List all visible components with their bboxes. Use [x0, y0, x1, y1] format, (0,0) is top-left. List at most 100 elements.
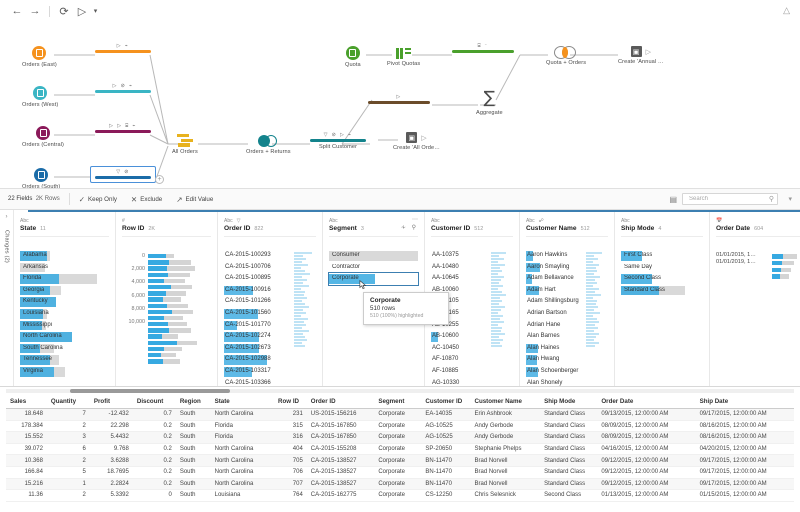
run-flow-icon[interactable]: ▷ [73, 2, 91, 20]
forward-icon[interactable]: → [26, 2, 44, 20]
value-row[interactable]: CA-2015-103366 [224, 378, 294, 386]
date-bars[interactable] [772, 250, 800, 281]
value-row[interactable]: AA-10375 [431, 250, 491, 262]
value-row[interactable]: AF-10870 [431, 354, 491, 366]
value-row[interactable]: Adam Hart [526, 285, 586, 297]
edit-value-button[interactable]: ↗ Edit Value [176, 195, 213, 204]
filter-icon[interactable]: ▽ [237, 218, 241, 224]
value-row-consumer[interactable]: Consumer [329, 250, 418, 262]
histogram-bar[interactable] [148, 291, 211, 296]
histogram-bar[interactable] [148, 284, 211, 290]
plus-icon[interactable]: + [155, 175, 164, 184]
exclude-button[interactable]: ✕ Exclude [131, 195, 162, 204]
more-options-icon[interactable]: ▾ [91, 2, 100, 20]
horizontal-scrollbar-thumb[interactable] [70, 389, 230, 393]
flow-step-quota-orders[interactable]: Quota + Orders [546, 46, 586, 66]
column-header[interactable]: Quantity [46, 395, 90, 409]
value-row[interactable]: Mississippi [20, 320, 109, 332]
refresh-icon[interactable]: ⟳ [55, 2, 73, 20]
value-row-contractor[interactable]: Contractor [329, 262, 418, 274]
value-row[interactable]: AA-10645 [431, 273, 491, 285]
value-row[interactable]: Second Class [621, 273, 703, 285]
histogram-bars[interactable] [148, 250, 211, 365]
search-input[interactable] [687, 195, 773, 203]
histogram-bar[interactable] [148, 346, 211, 352]
column-header[interactable]: Region [175, 395, 211, 409]
value-row[interactable]: CA-2015-100916 [224, 285, 294, 297]
flow-step-create-annual[interactable]: ▣ ▷ Create 'Annual … [618, 46, 664, 65]
column-header[interactable]: Row ID [274, 395, 307, 409]
histogram-bar[interactable] [148, 353, 211, 358]
value-row[interactable]: Aaron Smayling [526, 262, 586, 274]
table-row[interactable]: 11.36 2 5.3392 0 South Louisiana 764 CA-2015-16… [6, 489, 794, 502]
column-header[interactable]: Customer ID [421, 395, 471, 409]
histogram-bar[interactable] [148, 309, 211, 315]
column-header[interactable]: Order Date [597, 395, 696, 409]
value-row[interactable]: CA-2015-101266 [224, 296, 294, 308]
value-row[interactable]: Alan Haines [526, 343, 586, 355]
value-row[interactable]: Aaron Hawkins [526, 250, 586, 262]
histogram-bar[interactable] [148, 278, 211, 284]
column-header[interactable]: Ship Mode [540, 395, 598, 409]
value-row[interactable]: CA-2015-102274 [224, 331, 294, 343]
date-bar[interactable] [772, 254, 800, 259]
field-card-customer-name[interactable]: Abc ☍ Customer Name 512 Aaron Hawkins Aa… [520, 212, 615, 386]
changes-rail[interactable]: › Changes (2) [0, 210, 14, 386]
sort-icon[interactable]: ∻ [401, 225, 408, 231]
value-row[interactable]: South Carolina [20, 343, 109, 355]
table-row[interactable]: 10.368 2 3.6288 0.2 South North Carolina 705 CA… [6, 454, 794, 467]
field-card-ship-mode[interactable]: Abc Ship Mode 4 First Class Same Day Sec… [615, 212, 710, 386]
value-row[interactable]: Alan Barnes [526, 331, 586, 343]
date-bar[interactable] [772, 267, 800, 273]
flow-step-clean-south-selected[interactable]: ▽ ⊘ [90, 166, 156, 183]
value-row[interactable]: CA-2015-100706 [224, 262, 294, 274]
value-row[interactable]: Georgia [20, 285, 109, 297]
value-row[interactable]: Alabama [20, 250, 109, 262]
histogram-bar[interactable] [148, 260, 211, 265]
value-row[interactable]: Alan Schoenberger [526, 366, 586, 378]
keep-only-button[interactable]: ✓ Keep Only [79, 195, 117, 204]
value-row[interactable]: CA-2015-103317 [224, 366, 294, 378]
value-row[interactable]: Adrian Bartson [526, 308, 586, 320]
value-row[interactable]: AA-10480 [431, 262, 491, 274]
column-header[interactable]: Profit [89, 395, 133, 409]
table-row[interactable]: 15.216 1 2.2824 0.2 South North Carolina 707 CA… [6, 478, 794, 491]
histogram-bar[interactable] [148, 334, 211, 339]
value-row[interactable]: CA-2015-100293 [224, 250, 294, 262]
flow-step-clean-central[interactable]: ▷ ▷ ⌸ ⌁ [95, 123, 151, 133]
layout-toggle-icon[interactable]: ▤ [669, 195, 677, 204]
histogram-bar[interactable] [148, 322, 211, 327]
column-header[interactable]: Discount [132, 395, 176, 409]
field-card-segment[interactable]: Abc ⋯ Segment 3 ∻ ⚲ Consumer Contractor [323, 212, 449, 386]
flow-step-clean-quota[interactable]: ⌸ ⌁ [452, 43, 514, 53]
chevron-right-icon[interactable]: › [6, 214, 8, 220]
search-input-wrapper[interactable]: ⚲ [682, 193, 778, 205]
histogram-bar[interactable] [148, 266, 211, 271]
flow-step-clean-west[interactable]: ▷ ⊘ ⌁ [95, 83, 151, 93]
table-row[interactable]: 15.552 3 5.4432 0.2 South Florida 316 CA-2015-1… [6, 431, 794, 444]
value-row[interactable]: Arkansas [20, 262, 109, 274]
value-row[interactable]: CA-2015-101770 [224, 320, 294, 332]
value-row-corporate[interactable]: Corporate [328, 272, 419, 286]
column-header[interactable]: Customer Name [470, 395, 541, 409]
bell-icon[interactable]: △ [783, 5, 790, 16]
field-card-row-id[interactable]: # Row ID 2K 0 2,000 4,000 6,000 8,000 10… [116, 212, 218, 386]
flow-step-clean-east[interactable]: ▷ ⌁ [95, 43, 151, 53]
flow-step-pivot-quotas[interactable]: Pivot Quotas [387, 48, 420, 67]
flow-input-orders-east[interactable]: Orders (East) [22, 46, 57, 68]
column-header[interactable]: Ship Date [695, 395, 794, 409]
column-header[interactable]: Segment [374, 395, 422, 409]
search-icon[interactable]: ⚲ [412, 225, 418, 231]
value-row[interactable]: Alan Shonely [526, 378, 586, 386]
value-row[interactable]: Standard Class [621, 285, 703, 297]
column-header[interactable]: Order ID [306, 395, 375, 409]
flow-canvas[interactable]: Orders (East) Orders (West) Orders (Cent… [0, 22, 800, 190]
field-card-order-id[interactable]: Abc ▽ Order ID 822 CA-2015-100293 CA-201… [218, 212, 323, 386]
table-row[interactable]: 39.072 6 9.768 0.2 South North Carolina 404 CA-… [6, 443, 794, 456]
flow-step-clean-aggregate-input[interactable]: ▷ [368, 94, 430, 104]
value-row[interactable]: Virginia [20, 366, 109, 378]
table-row[interactable]: 178.384 2 22.298 0.2 South Florida 315 CA-2015-… [6, 420, 794, 433]
date-bar[interactable] [772, 274, 800, 279]
histogram-bar[interactable] [148, 254, 211, 259]
field-card-state[interactable]: Abc State 11 Alabama Arkansas Florida Ge… [14, 212, 116, 386]
